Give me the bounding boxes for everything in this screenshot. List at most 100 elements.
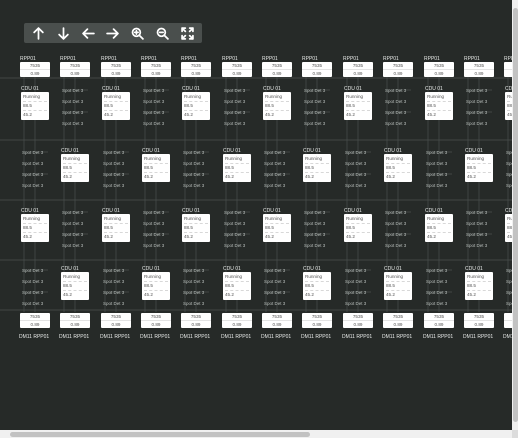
rpp-value-1: 7535 [222,62,252,70]
bottom-unit[interactable]: 75350.89 DM11 RPP01 [221,313,252,340]
cdu-unit[interactable]: CDU 01Running88.545.2 [21,86,51,120]
bottom-unit[interactable]: 75350.89 DM11 RPP01 [19,313,50,340]
bottom-unit-label: DM11 RPP01 [503,334,512,340]
spot-detector-label: Spot Det 3 [22,268,44,273]
bottom-unit[interactable]: 75350.89 DM11 RPP01 [423,313,454,340]
cdu-unit[interactable]: CDU 01Running88.545.2 [465,266,495,300]
cdu-card: Running88.545.2 [465,272,493,300]
rpp-value-1: 7535 [141,62,171,70]
cdu-unit[interactable]: CDU 01Running88.545.2 [182,208,212,242]
pan-down-button[interactable] [52,24,74,42]
bottom-value-1: 7535 [302,313,332,321]
spot-detector-label: Spot Det 3 [264,290,286,295]
rpp-unit[interactable]: RPP0175350.89 [504,56,512,77]
cdu-card: Running88.545.2 [303,154,331,182]
cdu-unit[interactable]: CDU 01Running88.545.2 [61,148,91,182]
cdu-unit[interactable]: CDU 01Running88.545.2 [465,148,495,182]
cdu-unit[interactable]: CDU 01Running88.545.2 [505,208,512,242]
cdu-status: Running [305,155,329,164]
spot-detector-label: Spot Det 3 [143,221,165,226]
cdu-status: Running [386,155,410,164]
cdu-unit[interactable]: CDU 01Running88.545.2 [505,86,512,120]
cdu-value-2: 45.2 [63,174,72,179]
bottom-value-box: 75350.89 [262,313,292,328]
pan-left-button[interactable] [77,24,99,42]
cdu-unit[interactable]: CDU 01Running88.545.2 [425,86,455,120]
cdu-unit[interactable]: CDU 01Running88.545.2 [263,208,293,242]
bottom-unit[interactable]: 75350.89 DM11 RPP01 [180,313,211,340]
cdu-status: Running [225,155,249,164]
cdu-unit[interactable]: CDU 01Running88.545.2 [344,208,374,242]
rpp-unit[interactable]: RPP0175350.89 [141,56,171,77]
rpp-unit[interactable]: RPP0175350.89 [464,56,494,77]
spot-detector-label: Spot Det 3 [385,221,407,226]
bottom-unit[interactable]: 75350.89 DM11 RPP01 [140,313,171,340]
rpp-unit[interactable]: RPP0175350.89 [222,56,252,77]
spot-detector-label: Spot Det 3 [264,268,286,273]
bottom-unit[interactable]: 75350.89 DM11 RPP01 [100,313,131,340]
bottom-unit[interactable]: 75350.89 DM11 RPP01 [261,313,292,340]
cdu-unit[interactable]: CDU 01Running88.545.2 [102,208,132,242]
rpp-unit[interactable]: RPP0175350.89 [302,56,332,77]
fit-screen-button[interactable] [176,24,198,42]
rpp-unit[interactable]: RPP0175350.89 [60,56,90,77]
rpp-unit[interactable]: RPP0175350.89 [424,56,454,77]
pan-up-button[interactable] [27,24,49,42]
zoom-out-button[interactable] [152,24,174,42]
diagram-canvas[interactable]: RPP01 7535 0.89 7535 0.89 DM11 RPP01 CDU 01 Run… [0,0,512,430]
cdu-value-1: 88.5 [427,102,451,111]
spot-detector-label: Spot Det 3 [103,290,125,295]
cdu-unit[interactable]: CDU 01Running88.545.2 [303,148,333,182]
vertical-scroll-thumb[interactable] [512,8,518,422]
horizontal-scrollbar[interactable] [0,430,512,438]
spot-detector-label: Spot Det 3 [304,99,326,104]
cdu-unit[interactable]: CDU 01Running88.545.2 [384,266,414,300]
cdu-unit[interactable]: CDU 01Running88.545.2 [263,86,293,120]
rpp-unit[interactable]: RPP0175350.89 [20,56,50,77]
cdu-card: Running88.545.2 [61,272,89,300]
cdu-card: Running88.545.2 [182,214,210,242]
cdu-unit[interactable]: CDU 01Running88.545.2 [344,86,374,120]
rpp-unit[interactable]: RPP0175350.89 [343,56,373,77]
cdu-unit[interactable]: CDU 01Running88.545.2 [142,266,172,300]
bottom-value-1: 7535 [101,313,131,321]
cdu-value-1: 88.5 [23,102,47,111]
spot-detector-label: Spot Det 3 [426,268,448,273]
rpp-unit[interactable]: RPP0175350.89 [181,56,211,77]
rpp-unit[interactable]: RPP0175350.89 [383,56,413,77]
spot-detector-label: Spot Det 3 [103,150,125,155]
bottom-unit[interactable]: 75350.89 DM11 RPP01 [342,313,373,340]
cdu-unit[interactable]: CDU 01Running88.545.2 [223,148,253,182]
cdu-unit[interactable]: CDU 01Running88.545.2 [61,266,91,300]
vertical-scrollbar[interactable] [512,0,518,430]
cdu-card: Running88.545.2 [182,92,210,120]
cdu-unit[interactable]: CDU 01Running88.545.2 [425,208,455,242]
cdu-unit[interactable]: CDU 01Running88.545.2 [182,86,212,120]
cdu-value-2: 45.2 [386,292,395,297]
spot-detector-label: Spot Det 3 [103,301,125,306]
rpp-unit[interactable]: RPP0175350.89 [101,56,131,77]
bottom-unit[interactable]: 75350.89 DM11 RPP01 [463,313,494,340]
cdu-value-2: 45.2 [184,234,193,239]
cdu-value-2: 45.2 [427,234,436,239]
bottom-unit[interactable]: 75350.89 DM11 RPP01 [59,313,90,340]
cdu-value-1: 88.5 [184,102,208,111]
cdu-unit[interactable]: CDU 01Running88.545.2 [223,266,253,300]
bottom-unit[interactable]: 75350.89 DM11 RPP01 [382,313,413,340]
horizontal-scroll-thumb[interactable] [10,431,310,437]
bottom-unit[interactable]: 75350.89 DM11 RPP01 [301,313,332,340]
zoom-in-button[interactable] [127,24,149,42]
cdu-unit[interactable]: CDU 01Running88.545.2 [21,208,51,242]
spot-detector-label: Spot Det 3 [62,110,84,115]
pan-right-button[interactable] [102,24,124,42]
bottom-unit[interactable]: 75350.89 DM11 RPP01 [503,313,512,340]
spot-detector-label: Spot Det 3 [345,279,367,284]
cdu-unit[interactable]: CDU 01Running88.545.2 [142,148,172,182]
spot-detector-label: Spot Det 3 [304,210,326,215]
cdu-unit[interactable]: CDU 01Running88.545.2 [384,148,414,182]
rpp-unit[interactable]: RPP0175350.89 [262,56,292,77]
cdu-unit[interactable]: CDU 01Running88.545.2 [303,266,333,300]
cdu-unit[interactable]: CDU 01Running88.545.2 [102,86,132,120]
spot-detector-label: Spot Det 3 [143,210,165,215]
spot-detector-label: Spot Det 3 [103,161,125,166]
